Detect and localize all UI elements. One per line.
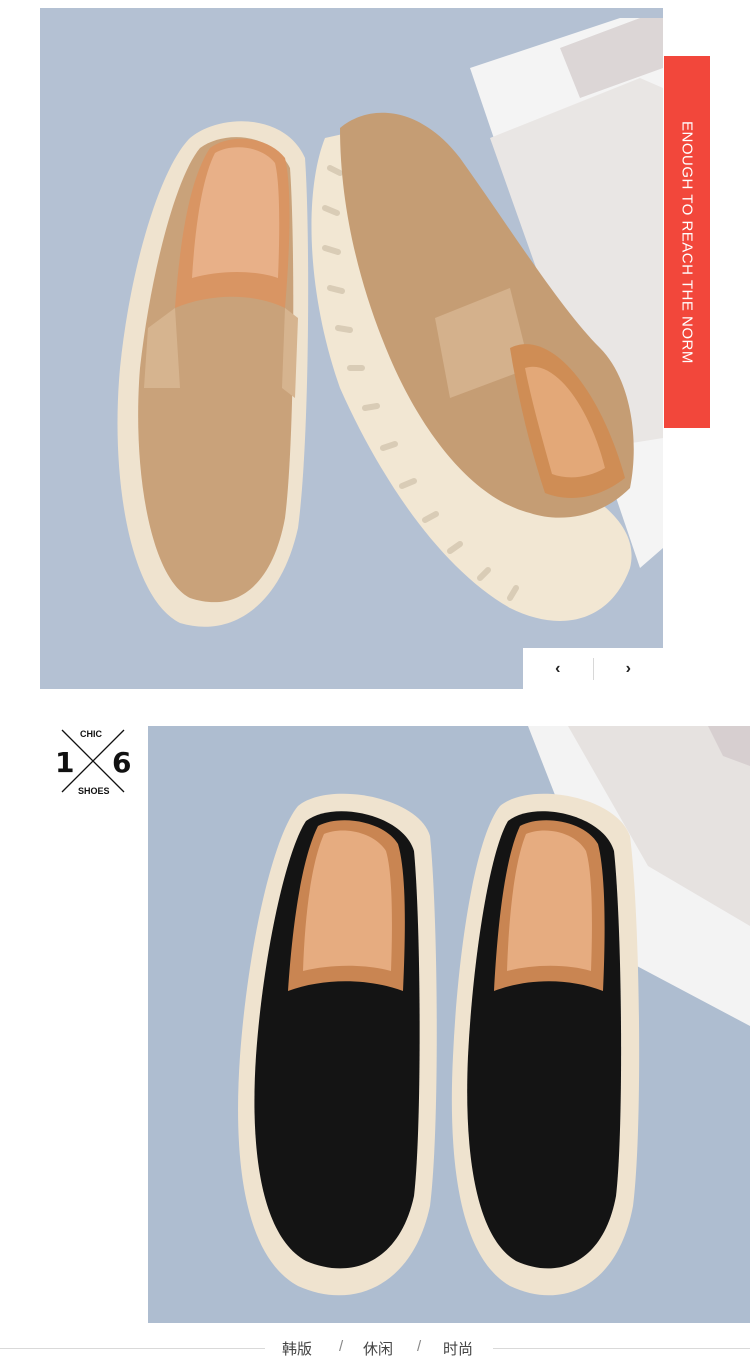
logo-right-number: 6: [112, 746, 132, 779]
brand-logo: CHIC 1 6 SHOES: [52, 724, 132, 798]
divider: [493, 1348, 750, 1349]
banner-text: ENOUGH TO REACH THE NORM: [678, 120, 696, 364]
divider: [0, 1348, 265, 1349]
tag-item: 韩版: [282, 1340, 313, 1358]
tan-shoes-illustration: [117, 18, 663, 627]
next-button[interactable]: ›: [594, 648, 664, 689]
tag-separator: /: [417, 1338, 422, 1355]
style-tags: 韩版 / 休闲 / 时尚: [0, 1330, 750, 1366]
vertical-slogan-banner: ENOUGH TO REACH THE NORM: [664, 56, 710, 428]
tag-item: 休闲: [363, 1340, 394, 1358]
product-photo-tan: [40, 8, 663, 689]
tag-item: 时尚: [443, 1340, 474, 1358]
logo-left-number: 1: [55, 746, 75, 779]
prev-button[interactable]: ‹: [523, 648, 593, 689]
tag-separator: /: [339, 1338, 344, 1355]
product-photo-black: [148, 726, 750, 1323]
carousel-controls: ‹ ›: [523, 648, 663, 689]
black-shoes-illustration: [238, 726, 750, 1296]
logo-bottom-text: SHOES: [78, 786, 110, 796]
logo-top-text: CHIC: [80, 729, 102, 739]
